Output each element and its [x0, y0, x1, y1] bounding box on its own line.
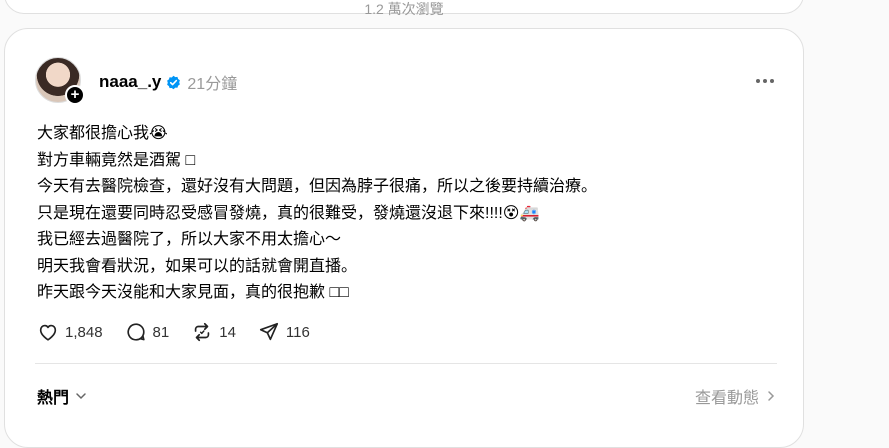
post-actions: 1,848 81 14 116 — [37, 321, 332, 343]
sort-label: 熱門 — [37, 390, 70, 407]
post-line: 昨天跟今天沒能和大家見面，真的很抱歉 □□ — [37, 284, 349, 301]
post-time[interactable]: 21分鐘 — [187, 70, 237, 94]
heart-icon — [39, 324, 57, 341]
post-line: 對方車輛竟然是酒駕 □ — [37, 151, 196, 169]
more-horizontal-icon — [756, 79, 760, 83]
like-button[interactable]: 1,848 — [37, 321, 103, 343]
comment-count: 81 — [152, 323, 170, 341]
chevron-right-icon — [768, 391, 775, 401]
share-count: 116 — [285, 323, 310, 341]
username[interactable]: naaa_.y — [99, 72, 161, 92]
repost-count: 14 — [219, 323, 236, 341]
post-text: 大家都很擔心我😭 對方車輛竟然是酒駕 □ 今天有去醫院檢查，還好沒有大問題，但因… — [37, 121, 777, 307]
post-line: 今天有去醫院檢查，還好沒有大問題，但因為脖子很痛，所以之後要持續治療。 — [37, 178, 598, 195]
chevron-down-icon — [76, 393, 86, 400]
like-count: 1,848 — [65, 323, 103, 341]
repost-icon — [194, 322, 210, 342]
post-line: 明天我會看狀況，如果可以的話就會開直播。 — [37, 257, 358, 275]
verified-badge-icon — [167, 75, 181, 89]
follow-plus-icon[interactable]: + — [65, 85, 85, 105]
more-options-button[interactable] — [751, 69, 779, 93]
comment-button[interactable]: 81 — [125, 321, 170, 343]
post-line: 我已經去過醫院了，所以大家不用太擔心～ — [37, 231, 342, 248]
view-activity-link[interactable]: 查看動態 — [695, 384, 777, 408]
comment-bubble-icon — [127, 323, 145, 341]
replies-footer: 熱門 查看動態 — [35, 384, 777, 408]
avatar-container[interactable]: + — [35, 57, 85, 107]
divider — [35, 363, 777, 364]
view-count: 1.2 萬次瀏覽 — [364, 1, 444, 17]
post-header: naaa_.y 21分鐘 — [99, 71, 237, 93]
repost-button[interactable]: 14 — [191, 321, 236, 343]
post-line: 大家都很擔心我😭 — [37, 125, 168, 142]
activity-label: 查看動態 — [694, 390, 759, 407]
previous-post-card: 1.2 萬次瀏覽 — [4, 0, 804, 17]
send-icon — [259, 322, 278, 341]
sort-dropdown[interactable]: 熱門 — [37, 384, 87, 408]
post-card[interactable]: + naaa_.y 21分鐘 大家都很擔心我😭 對方車輛竟然是酒駕 □ 今天有去… — [4, 28, 804, 448]
post-line: 只是現在還要同時忍受感冒發燒，真的很難受，發燒還沒退下來!!!!😵🚑 — [37, 204, 540, 222]
share-button[interactable]: 116 — [258, 321, 310, 343]
